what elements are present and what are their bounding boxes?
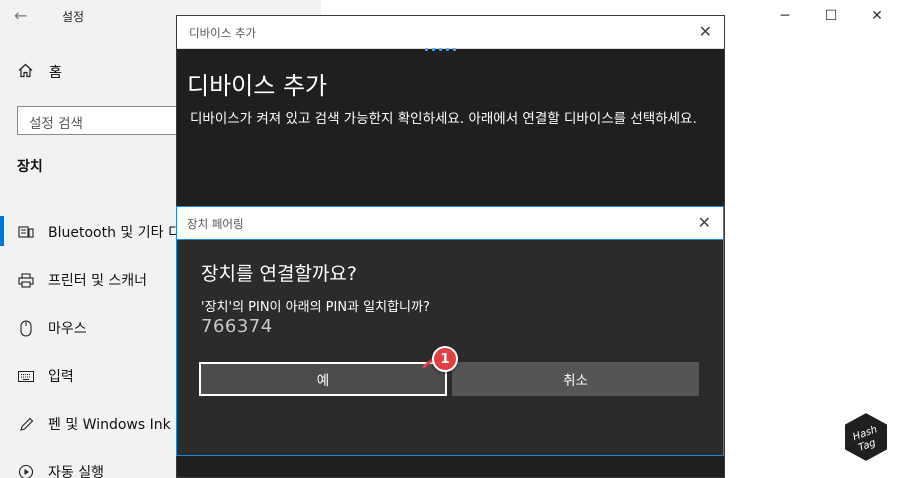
mouse-icon <box>18 319 34 337</box>
maximize-icon[interactable]: ☐ <box>808 0 854 32</box>
sidebar-item-label: 펜 및 Windows Ink <box>48 417 171 433</box>
progress-dots <box>425 48 456 51</box>
pin-code: 766374 <box>201 316 273 337</box>
pairing-titlebar: 장치 페어링 ✕ <box>177 207 723 240</box>
app-title: 설정 <box>62 10 85 24</box>
sidebar-item-label: Bluetooth 및 기타 디 <box>48 225 181 241</box>
hashtag-logo-icon: Hash Tag <box>843 410 889 464</box>
cancel-button[interactable]: 취소 <box>452 362 699 396</box>
window-controls: ─ ☐ ✕ <box>762 0 900 32</box>
dialog-title: 장치 페어링 <box>187 217 244 231</box>
sidebar-item-label: 자동 실행 <box>48 465 104 478</box>
keyboard-icon <box>18 370 34 382</box>
autoplay-icon <box>18 464 34 478</box>
add-device-titlebar: 디바이스 추가 ✕ <box>177 16 724 49</box>
sidebar-item-label: 프린터 및 스캐너 <box>48 273 148 289</box>
nav-home[interactable]: 홈 <box>18 62 62 82</box>
section-title: 장치 <box>17 159 43 175</box>
minimize-icon[interactable]: ─ <box>762 0 808 32</box>
home-icon <box>18 63 33 82</box>
sidebar-item-label: 마우스 <box>48 321 87 337</box>
page-title: 디바이스 추가 <box>187 72 328 100</box>
sidebar-item-label: 입력 <box>48 369 74 385</box>
printer-icon <box>18 272 34 288</box>
dialog-description: 디바이스가 켜져 있고 검색 가능한지 확인하세요. 아래에서 연결할 디바이스… <box>190 111 697 127</box>
back-arrow-icon[interactable]: ← <box>14 6 27 25</box>
pen-icon <box>18 417 34 432</box>
pairing-dialog: 장치 페어링 ✕ 장치를 연결할까요? '장치'의 PIN이 아래의 PIN과 … <box>176 206 724 456</box>
close-icon[interactable]: ✕ <box>699 22 712 41</box>
home-label: 홈 <box>49 65 62 81</box>
pairing-heading: 장치를 연결할까요? <box>201 263 357 285</box>
step-badge: 1 <box>432 346 458 372</box>
yes-button[interactable]: 예 <box>199 362 447 396</box>
dialog-title: 디바이스 추가 <box>189 26 257 40</box>
pin-question: '장치'의 PIN이 아래의 PIN과 일치합니까? <box>201 300 430 315</box>
close-icon[interactable]: ✕ <box>698 213 711 232</box>
keyboard-speaker-icon <box>18 225 34 239</box>
close-icon[interactable]: ✕ <box>854 0 900 32</box>
